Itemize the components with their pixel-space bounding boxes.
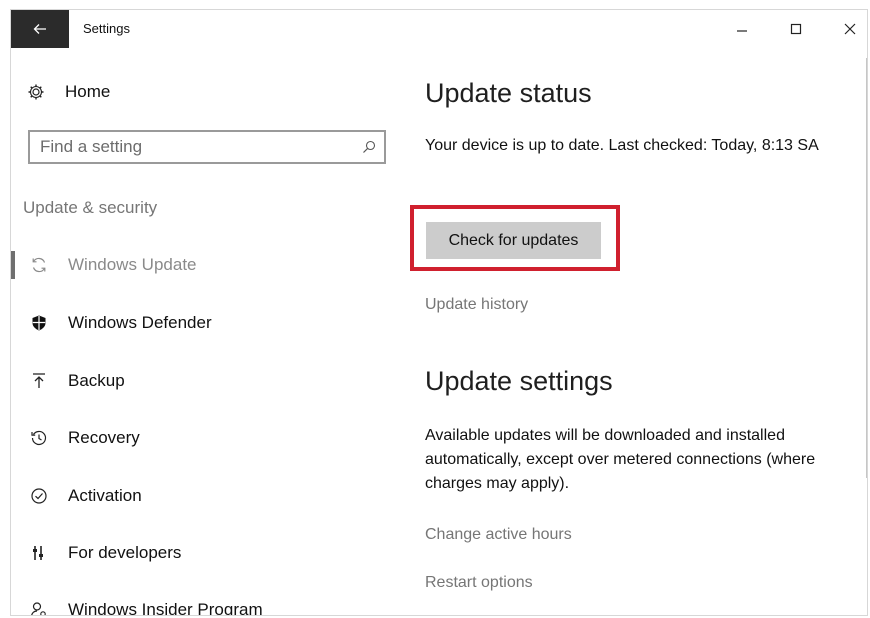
sidebar-item-activation[interactable]: Activation xyxy=(11,481,391,511)
sidebar-item-label: Windows Defender xyxy=(68,313,212,332)
search-icon[interactable] xyxy=(354,140,384,154)
insider-icon xyxy=(28,599,50,615)
section-title: Update & security xyxy=(23,198,158,217)
minimize-button[interactable] xyxy=(719,10,765,48)
minimize-icon xyxy=(737,30,747,32)
sidebar-item-label: For developers xyxy=(68,543,182,562)
shield-icon xyxy=(28,312,50,334)
update-history-link[interactable]: Update history xyxy=(425,296,528,314)
update-status-text: Your device is up to date. Last checked:… xyxy=(425,137,819,154)
upload-icon xyxy=(28,370,50,392)
sidebar-item-label: Windows Insider Program xyxy=(68,600,263,616)
sidebar-home-label: Home xyxy=(65,82,111,101)
settings-window: Settings Home Update & security xyxy=(10,9,868,616)
sidebar-item-label: Recovery xyxy=(68,428,140,447)
back-arrow-icon xyxy=(33,24,46,34)
sidebar-home[interactable]: Home xyxy=(27,80,110,104)
update-settings-text: Available updates will be downloaded and… xyxy=(425,427,816,492)
window-title: Settings xyxy=(83,21,130,36)
sidebar-item-backup[interactable]: Backup xyxy=(11,366,391,396)
sidebar-item-for-developers[interactable]: For developers xyxy=(11,538,391,568)
close-icon xyxy=(844,23,856,35)
sidebar-item-label: Activation xyxy=(68,486,142,505)
developer-icon xyxy=(28,542,50,564)
selection-indicator xyxy=(11,251,15,279)
title-bar: Settings xyxy=(11,10,867,48)
sync-icon xyxy=(28,254,50,276)
sidebar-item-windows-insider-program[interactable]: Windows Insider Program xyxy=(11,595,391,616)
sidebar-item-recovery[interactable]: Recovery xyxy=(11,423,391,453)
close-button[interactable] xyxy=(827,10,867,48)
update-status-heading: Update status xyxy=(425,78,592,108)
change-active-hours-link[interactable]: Change active hours xyxy=(425,526,572,544)
sidebar-item-windows-defender[interactable]: Windows Defender xyxy=(11,308,391,338)
gear-icon xyxy=(28,84,44,100)
check-for-updates-button[interactable]: Check for updates xyxy=(426,222,601,259)
maximize-button[interactable] xyxy=(773,10,819,48)
maximize-icon xyxy=(790,23,802,35)
sidebar-item-label: Backup xyxy=(68,371,125,390)
sidebar-item-label: Windows Update xyxy=(68,255,197,274)
search-box xyxy=(28,130,386,164)
check-circle-icon xyxy=(28,485,50,507)
history-icon xyxy=(28,427,50,449)
back-button[interactable] xyxy=(11,10,69,48)
sidebar-item-windows-update[interactable]: Windows Update xyxy=(11,250,391,280)
update-settings-heading: Update settings xyxy=(425,366,613,396)
scrollbar[interactable] xyxy=(866,58,867,478)
restart-options-link[interactable]: Restart options xyxy=(425,574,533,592)
search-input[interactable] xyxy=(30,133,354,161)
